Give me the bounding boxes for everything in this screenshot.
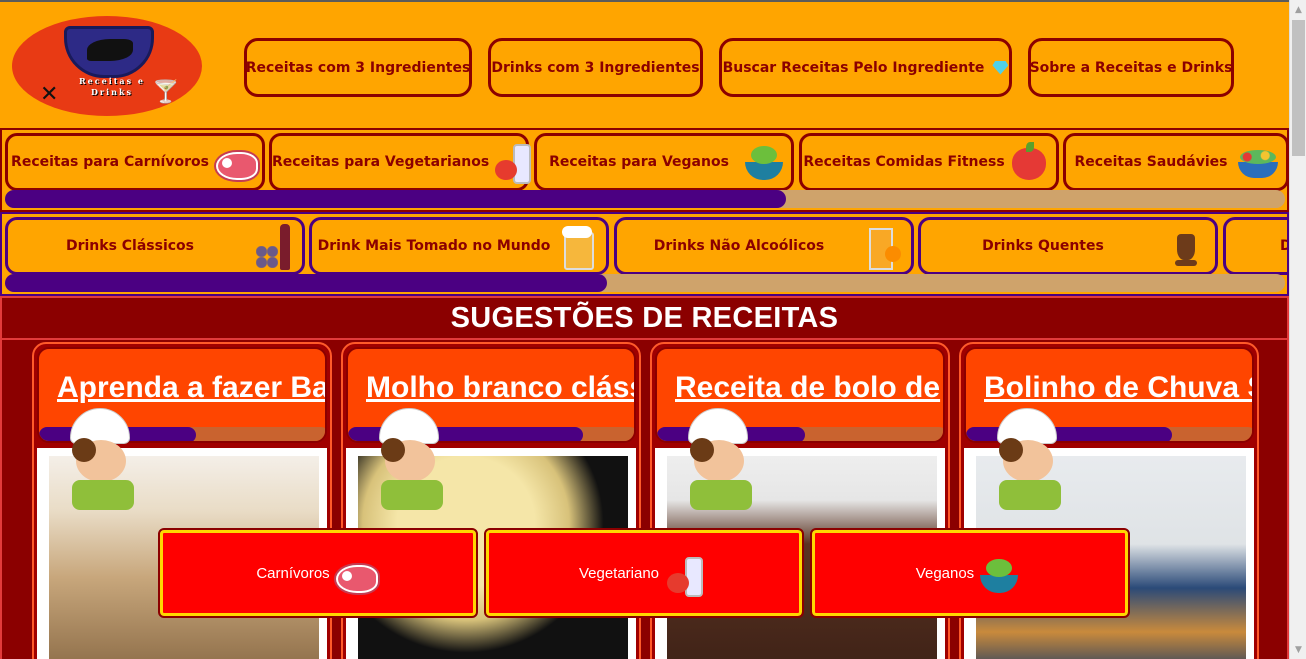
chef-mascot-icon xyxy=(680,408,760,528)
steak-icon xyxy=(332,553,380,593)
beer-mug-icon xyxy=(556,224,600,270)
scrollbar-thumb[interactable] xyxy=(5,190,786,208)
salad-bowl-icon xyxy=(976,553,1024,593)
recipe-card-title-link[interactable]: Molho branco cláss xyxy=(366,371,634,405)
cocktail-icon: 🍸 xyxy=(152,80,180,105)
category-next-drinks[interactable]: D xyxy=(1223,217,1287,275)
quick-button-vegetarian[interactable]: Vegetariano xyxy=(484,528,804,618)
quick-button-label: Vegetariano xyxy=(578,564,660,582)
juice-icon xyxy=(861,224,905,270)
wine-grapes-icon xyxy=(252,224,296,270)
salad-bowl-icon xyxy=(741,140,785,184)
nav-button-label: Buscar Receitas Pelo Ingrediente xyxy=(722,59,985,76)
recipe-carousel-scrollbar[interactable] xyxy=(5,190,1285,208)
category-non-alcoholic[interactable]: Drinks Não Alcoólicos xyxy=(614,217,914,275)
nav-button-label: Drinks com 3 Ingredientes xyxy=(491,59,700,76)
section-title: SUGESTÕES DE RECEITAS xyxy=(450,302,839,334)
quick-button-label: Carnívoros xyxy=(256,564,330,582)
nav-button-label: Sobre a Receitas e Drinks xyxy=(1029,59,1233,76)
page-scrollbar[interactable]: ▲ ▼ xyxy=(1289,0,1306,659)
salad-icon xyxy=(1236,140,1280,184)
recipe-category-carousel[interactable]: Receitas para Carnívoros Receitas para V… xyxy=(0,128,1289,212)
tomato-bottle-icon xyxy=(661,553,709,597)
diamond-icon xyxy=(992,60,1009,75)
top-header: Receitas e Drinks ✕ 🍸 Receitas com 3 Ing… xyxy=(0,0,1289,128)
category-fitness[interactable]: Receitas Comidas Fitness xyxy=(799,133,1059,191)
scrollbar-thumb[interactable] xyxy=(1292,20,1305,156)
scroll-down-arrow-icon[interactable]: ▼ xyxy=(1290,642,1306,659)
category-carnivores[interactable]: Receitas para Carnívoros xyxy=(5,133,265,191)
category-label: Receitas para Veganos xyxy=(549,154,729,170)
nav-button-3-ingredient-drinks[interactable]: Drinks com 3 Ingredientes xyxy=(488,38,703,97)
section-divider xyxy=(2,338,1287,340)
category-label: Receitas para Vegetarianos xyxy=(272,154,490,170)
category-label: Receitas para Carnívoros xyxy=(11,154,209,170)
chef-mascot-icon xyxy=(62,408,142,528)
drink-carousel-scrollbar[interactable] xyxy=(5,274,1285,292)
category-hot-drinks[interactable]: Drinks Quentes xyxy=(918,217,1218,275)
chef-mascot-icon xyxy=(371,408,451,528)
quick-button-vegans[interactable]: Veganos xyxy=(810,528,1130,618)
category-label: Drinks Quentes xyxy=(982,238,1104,254)
nav-button-about[interactable]: Sobre a Receitas e Drinks xyxy=(1028,38,1234,97)
tomato-bottle-icon xyxy=(489,140,533,184)
scroll-up-arrow-icon[interactable]: ▲ xyxy=(1290,2,1306,19)
steak-icon xyxy=(212,140,258,184)
chef-mascot-icon xyxy=(989,408,1069,528)
apple-measure-icon xyxy=(1006,140,1050,184)
recipe-card-title-link[interactable]: Bolinho de Chuva S xyxy=(984,371,1252,405)
nav-button-search-by-ingredient[interactable]: Buscar Receitas Pelo Ingrediente xyxy=(719,38,1012,97)
recipe-card-title-link[interactable]: Receita de bolo de xyxy=(675,371,943,405)
quick-button-carnivores[interactable]: Carnívoros xyxy=(158,528,478,618)
category-label: Receitas Comidas Fitness xyxy=(803,154,1005,170)
recipe-card-title-link[interactable]: Aprenda a fazer Ba xyxy=(57,371,325,405)
category-classic-drinks[interactable]: Drinks Clássicos xyxy=(5,217,305,275)
category-most-drunk[interactable]: Drink Mais Tomado no Mundo xyxy=(309,217,609,275)
category-label: Drinks Clássicos xyxy=(65,238,195,254)
category-label: Drinks Não Alcoólicos xyxy=(653,238,825,254)
category-label: D xyxy=(1280,238,1287,254)
nav-button-3-ingredient-recipes[interactable]: Receitas com 3 Ingredientes xyxy=(244,38,472,97)
category-vegans[interactable]: Receitas para Veganos xyxy=(534,133,794,191)
site-logo[interactable]: Receitas e Drinks ✕ 🍸 xyxy=(12,16,202,116)
category-label: Drink Mais Tomado no Mundo xyxy=(317,238,551,254)
logo-text: Receitas e Drinks xyxy=(79,76,145,97)
drink-category-carousel[interactable]: Drinks Clássicos Drink Mais Tomado no Mu… xyxy=(0,212,1289,296)
nav-button-label: Receitas com 3 Ingredientes xyxy=(245,59,471,76)
category-healthy[interactable]: Receitas Saudávies xyxy=(1063,133,1287,191)
cutlery-icon: ✕ xyxy=(40,82,59,107)
category-label: Receitas Saudávies xyxy=(1074,154,1228,170)
scrollbar-thumb[interactable] xyxy=(5,274,607,292)
shield-emblem-icon xyxy=(64,26,154,78)
category-vegetarians[interactable]: Receitas para Vegetarianos xyxy=(269,133,532,191)
quick-button-label: Veganos xyxy=(915,564,975,582)
hot-chocolate-icon xyxy=(1165,224,1209,268)
